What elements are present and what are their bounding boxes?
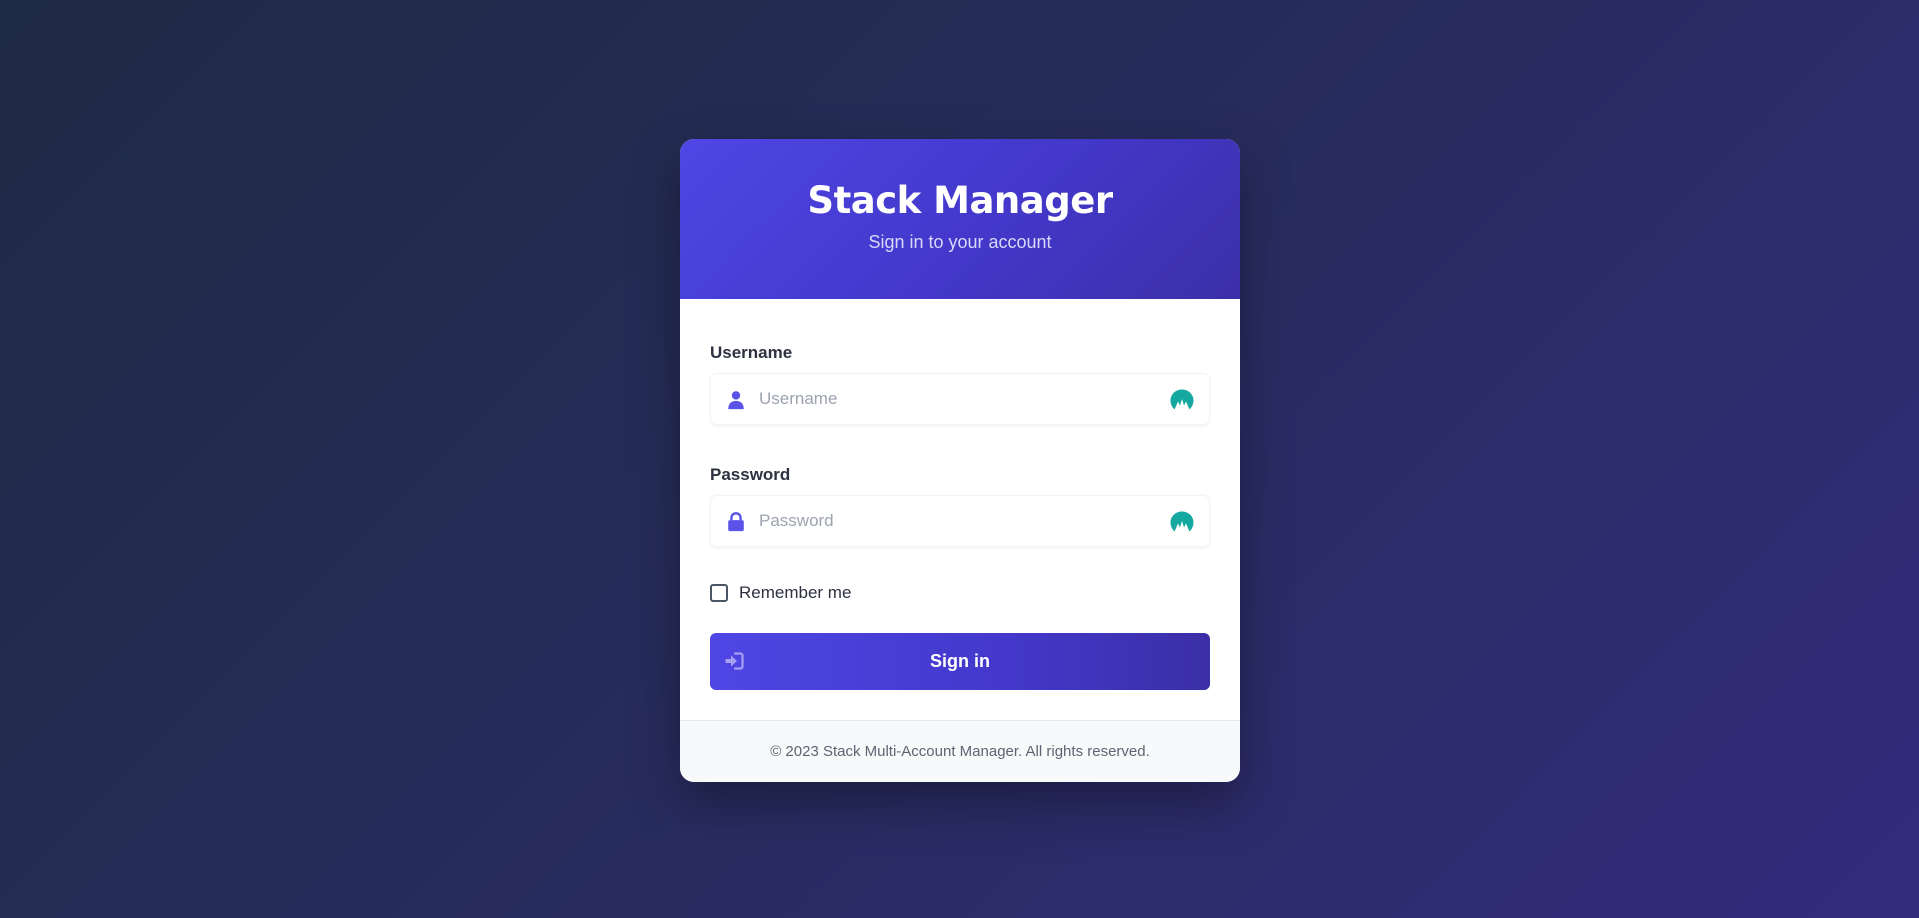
remember-me-checkbox[interactable]: [710, 584, 728, 602]
password-manager-icon[interactable]: [1169, 510, 1195, 534]
sign-in-button-label: Sign in: [930, 651, 990, 671]
sign-in-icon: [725, 652, 744, 670]
login-card: Stack Manager Sign in to your account Us…: [680, 139, 1240, 782]
password-label: Password: [710, 465, 791, 484]
username-label: Username: [710, 343, 793, 362]
login-footer: © 2023 Stack Multi-Account Manager. All …: [680, 720, 1240, 782]
remember-me-label[interactable]: Remember me: [739, 583, 851, 603]
remember-me-row: Remember me: [710, 581, 1210, 605]
lock-icon: [728, 512, 744, 532]
user-icon: [728, 391, 744, 410]
login-form: Username Password Remember me: [680, 299, 1240, 721]
sign-in-button[interactable]: Sign in: [710, 633, 1210, 690]
password-manager-icon[interactable]: [1169, 388, 1195, 412]
copyright-text: © 2023 Stack Multi-Account Manager. All …: [770, 743, 1150, 760]
page-subtitle: Sign in to your account: [868, 231, 1052, 252]
password-field-wrapper: [710, 495, 1210, 547]
login-header: Stack Manager Sign in to your account: [680, 139, 1240, 299]
username-input[interactable]: [759, 374, 1153, 424]
password-input[interactable]: [759, 496, 1153, 546]
username-field-wrapper: [710, 373, 1210, 425]
page-title: Stack Manager: [807, 179, 1113, 222]
